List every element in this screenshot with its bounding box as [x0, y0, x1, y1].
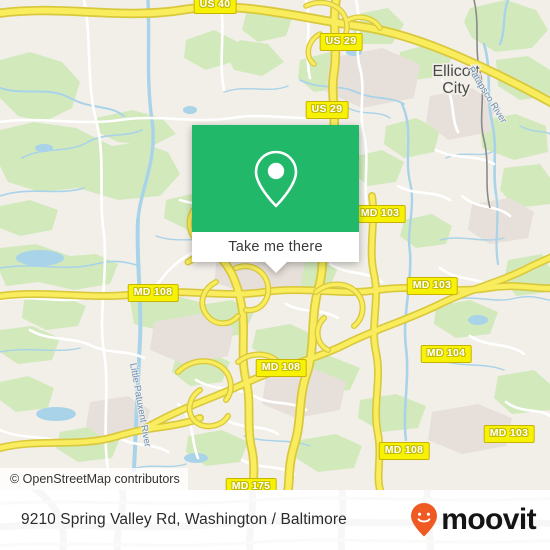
- take-me-there-label: Take me there: [228, 239, 323, 255]
- osm-attribution[interactable]: © OpenStreetMap contributors: [0, 468, 188, 490]
- road-shield: US 29: [319, 33, 363, 51]
- road-shield: MD 103: [483, 425, 535, 443]
- osm-attribution-text: © OpenStreetMap contributors: [10, 472, 180, 486]
- road-shield: MD 103: [406, 277, 458, 295]
- map-pin-icon: [254, 150, 297, 207]
- popup-pointer-tail: [264, 262, 287, 273]
- popup-icon-area: [192, 125, 359, 232]
- destination-popup-card[interactable]: Take me there: [192, 125, 359, 273]
- moovit-map-screen: US 40 US 29 US 29 MD 103 MD 103 MD 108 MD 104 M…: [0, 0, 550, 550]
- moovit-wordmark: moovit: [441, 503, 536, 536]
- moovit-logo[interactable]: moovit: [409, 502, 537, 538]
- road-shield: US 29: [305, 101, 349, 119]
- road-shield: MD 108: [255, 359, 307, 377]
- road-shield: MD 175: [225, 478, 277, 490]
- map-canvas[interactable]: US 40 US 29 US 29 MD 103 MD 103 MD 108 MD 104 M…: [0, 0, 550, 490]
- popup-action-area[interactable]: Take me there: [192, 232, 359, 262]
- road-shield: MD 108: [127, 284, 179, 302]
- footer-bar: 9210 Spring Valley Rd, Washington / Balt…: [0, 490, 550, 550]
- road-shield: MD 104: [420, 345, 472, 363]
- moovit-smiley-pin-icon: [411, 503, 438, 537]
- road-shield: MD 108: [378, 442, 430, 460]
- road-shield: MD 103: [354, 205, 406, 223]
- road-shield: US 40: [193, 0, 237, 14]
- address-label: 9210 Spring Valley Rd, Washington / Balt…: [21, 511, 347, 528]
